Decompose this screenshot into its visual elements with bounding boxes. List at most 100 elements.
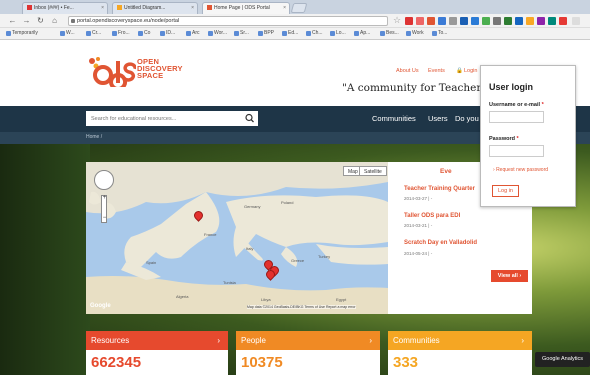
reload-icon[interactable]: ↻ (36, 16, 45, 25)
request-password-text: Request new password (496, 167, 549, 173)
event-title-link[interactable]: Teacher Training Quarter (404, 186, 475, 192)
forward-icon[interactable]: → (22, 16, 31, 25)
bookmark-item[interactable]: Cr... (86, 30, 101, 36)
bookmark-item[interactable]: Bes... (380, 30, 399, 36)
events-map[interactable]: France Spain Italy Greece Turkey Algeria… (86, 162, 388, 314)
event-title-link[interactable]: Scratch Day en Valladolid (404, 240, 477, 246)
stat-value: 10375 (241, 354, 283, 371)
bookmark-item[interactable]: Work (406, 30, 424, 36)
browser-tab[interactable]: Inbox (###) • Fe... × (22, 2, 108, 14)
close-tab-icon[interactable]: × (191, 5, 194, 11)
event-title-link[interactable]: Taller ODS para EDI (404, 213, 460, 219)
stat-card-people[interactable]: People › 10375 (236, 331, 380, 375)
zoom-in-icon[interactable]: + (102, 195, 107, 201)
bookmark-item[interactable]: Wor... (208, 30, 227, 36)
map-label: Greece (291, 258, 305, 263)
password-label: Password * (489, 136, 519, 142)
extension-icon[interactable] (471, 17, 479, 25)
nav-do-you-link[interactable]: Do you (455, 114, 479, 123)
address-bar[interactable]: portal.opendiscoveryspace.eu/node/portal (68, 16, 388, 26)
site-tagline: "A community for Teachers by (342, 82, 503, 94)
bookmark-item[interactable]: Co (138, 30, 150, 36)
map-label: Italy (246, 246, 254, 251)
logo-wordmark[interactable]: OPEN DISCOVERY SPACE (137, 58, 183, 80)
bookmark-item[interactable]: Ap... (354, 30, 370, 36)
bookmark-item[interactable]: BPP (258, 30, 274, 36)
extension-icon[interactable] (515, 17, 523, 25)
lock-icon: 🔒 (456, 68, 463, 74)
view-all-events-button[interactable]: View all › (491, 270, 528, 282)
map-type-satellite-button[interactable]: Satellite (359, 166, 387, 176)
extension-icon[interactable] (427, 17, 435, 25)
bookmark-item[interactable]: Sr... (234, 30, 249, 36)
bookmark-item[interactable]: Ed... (282, 30, 298, 36)
new-tab-button[interactable] (290, 3, 308, 13)
required-mark: * (541, 102, 544, 108)
map-land-shapes (86, 162, 388, 314)
home-icon[interactable]: ⌂ (50, 16, 59, 25)
bookmark-item[interactable]: Arc (186, 30, 200, 36)
map-pan-control-icon[interactable] (94, 170, 114, 190)
browser-toolbar: ← → ↻ ⌂ portal.opendiscoveryspace.eu/nod… (0, 14, 590, 28)
google-analytics-badge[interactable]: Google Analytics (535, 352, 590, 367)
site-logo[interactable] (88, 57, 137, 91)
username-field[interactable] (489, 111, 544, 123)
extension-icon[interactable] (405, 17, 413, 25)
tab-label: Untitled Diagram... (124, 5, 166, 11)
extension-icon[interactable] (493, 17, 501, 25)
search-button[interactable] (242, 111, 258, 126)
login-button[interactable]: Log in (492, 185, 519, 197)
extension-icon[interactable] (537, 17, 545, 25)
close-tab-icon[interactable]: × (101, 5, 104, 11)
events-heading: Eve (440, 168, 452, 175)
extension-icon[interactable] (416, 17, 424, 25)
event-date: 2014-03-21 | - (404, 223, 433, 228)
breadcrumb[interactable]: Home / (86, 134, 102, 140)
chrome-menu-icon[interactable] (572, 17, 580, 25)
zoom-out-icon[interactable]: − (102, 215, 107, 221)
close-tab-icon[interactable]: × (283, 5, 286, 11)
logo-line: SPACE (137, 71, 164, 80)
extension-icon[interactable] (559, 17, 567, 25)
extension-icon[interactable] (460, 17, 468, 25)
extension-icon[interactable] (482, 17, 490, 25)
diagram-icon (117, 5, 122, 11)
tab-label: Inbox (###) • Fe... (34, 5, 74, 11)
map-label: Tunisia (223, 280, 236, 285)
extension-icon[interactable] (548, 17, 556, 25)
events-link[interactable]: Events (428, 68, 445, 74)
bookmark-item[interactable]: W... (60, 30, 75, 36)
extension-icon[interactable] (438, 17, 446, 25)
about-us-link[interactable]: About Us (396, 68, 419, 74)
stat-card-resources[interactable]: Resources › 662345 (86, 331, 228, 375)
stat-label: People (241, 336, 266, 345)
bookmark-star-icon[interactable]: ☆ (393, 15, 401, 26)
stat-card-header: Resources › (86, 331, 228, 350)
extension-icon[interactable] (504, 17, 512, 25)
stat-card-communities[interactable]: Communities › 333 (388, 331, 532, 375)
back-icon[interactable]: ← (8, 16, 17, 25)
nav-users-link[interactable]: Users (428, 114, 448, 123)
bookmark-item[interactable]: ID... (160, 30, 175, 36)
url-text: portal.opendiscoveryspace.eu/node/portal (77, 18, 180, 24)
search-input[interactable] (86, 111, 242, 126)
browser-tab-active[interactable]: Home Page | ODS Portal × (202, 2, 290, 14)
extension-icon[interactable] (526, 17, 534, 25)
map-label: France (204, 232, 217, 237)
bookmark-item[interactable]: Lo... (330, 30, 346, 36)
search-icon (245, 113, 254, 123)
bookmark-item[interactable]: Temporarily (6, 30, 38, 36)
bookmark-item[interactable]: Ch... (306, 30, 323, 36)
nav-communities-link[interactable]: Communities (372, 114, 416, 123)
request-password-link[interactable]: › Request new password (493, 167, 548, 173)
password-label-text: Password (489, 136, 515, 142)
browser-tab[interactable]: Untitled Diagram... × (112, 2, 198, 14)
map-label: Libya (261, 297, 271, 302)
login-link[interactable]: Login (464, 68, 477, 74)
tab-label: Home Page | ODS Portal (214, 5, 270, 11)
extension-icon[interactable] (449, 17, 457, 25)
stat-label: Resources (91, 336, 130, 345)
bookmark-item[interactable]: To... (432, 30, 447, 36)
bookmark-item[interactable]: Fro... (112, 30, 130, 36)
password-field[interactable] (489, 145, 544, 157)
